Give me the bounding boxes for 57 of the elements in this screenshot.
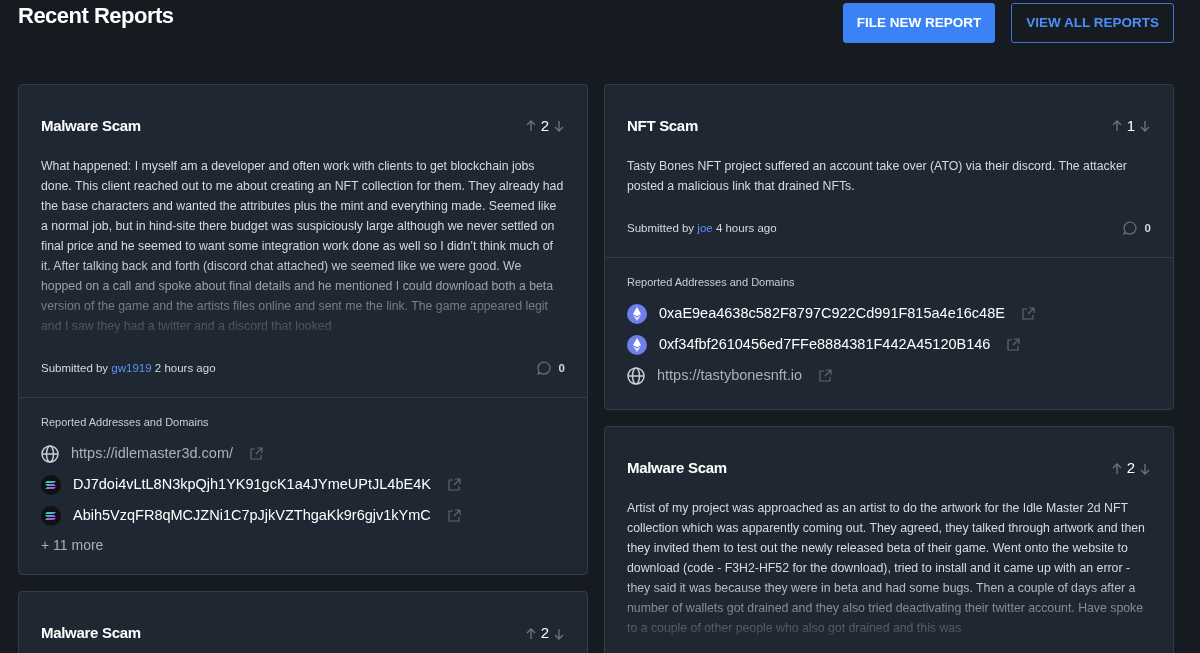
- arrow-up-icon: [1110, 120, 1123, 133]
- diamond-coin-icon: [627, 334, 647, 355]
- external-link-icon[interactable]: [1006, 337, 1021, 352]
- downvote-button[interactable]: [1139, 462, 1151, 475]
- external-link-icon[interactable]: [818, 368, 833, 383]
- external-link-icon[interactable]: [249, 446, 263, 461]
- upvote-button[interactable]: [1110, 120, 1123, 133]
- comment-count: 0: [1144, 220, 1151, 236]
- arrow-up-icon: [1110, 462, 1123, 475]
- vote-count: 1: [1126, 116, 1135, 136]
- external-link-icon[interactable]: [446, 508, 461, 523]
- arrow-down-icon: [553, 627, 565, 640]
- submitted-by-text: Submitted by joe 4 hours ago: [627, 220, 777, 236]
- arrow-down-icon: [1139, 120, 1151, 133]
- vote-count: 2: [540, 116, 549, 136]
- report-title: NFT Scam: [627, 116, 698, 136]
- upvote-button[interactable]: [524, 627, 537, 640]
- address-link[interactable]: 0xf34fbf2610456ed7FFe8884381F442A45120B146: [659, 333, 991, 356]
- comment-icon: [1122, 221, 1137, 236]
- vote-count: 2: [540, 623, 549, 644]
- report-title: Malware Scam: [627, 458, 727, 479]
- report-title: Malware Scam: [41, 623, 141, 644]
- section-heading: Reported Addresses and Domains: [627, 274, 796, 290]
- arrow-down-icon: [1139, 462, 1151, 475]
- author-link[interactable]: joe: [697, 221, 713, 234]
- external-link-icon[interactable]: [1020, 306, 1035, 321]
- coin-icon: [41, 474, 61, 495]
- globe-icon: [627, 366, 645, 385]
- address-link[interactable]: 0xaE9ea4638c582F8797C922Cd991F815a4e16c48E: [659, 302, 1005, 325]
- vote-count: 2: [1126, 458, 1135, 479]
- report-title: Malware Scam: [41, 116, 141, 136]
- arrow-up-icon: [524, 627, 537, 640]
- globe-icon: [41, 444, 59, 463]
- arrow-up-icon: [524, 120, 537, 133]
- upvote-button[interactable]: [524, 120, 537, 133]
- diamond-coin-icon: [627, 303, 647, 324]
- author-link[interactable]: gw1919: [111, 361, 152, 374]
- view-reports-button[interactable]: VIEW ALL REPORTS: [1011, 3, 1174, 44]
- upvote-button[interactable]: [1110, 462, 1123, 475]
- submitted-by-text: Submitted by gw1919 2 hours ago: [41, 360, 216, 376]
- domain-link[interactable]: https://idlemaster3d.com/: [71, 442, 233, 465]
- file-report-button[interactable]: FILE NEW REPORT: [842, 3, 996, 44]
- section-heading: Reported Addresses and Domains: [41, 414, 210, 430]
- page-title: Recent Reports: [18, 3, 174, 30]
- downvote-button[interactable]: [553, 627, 565, 640]
- address-link[interactable]: DJ7doi4vLtL8N3kpQjh1YK91gcK1a4JYmeUPtJL4bE4K: [73, 473, 431, 496]
- external-link-icon[interactable]: [446, 477, 461, 492]
- address-link[interactable]: Abih5VzqFR8qMCJZNi1C7pJjkVZThgaKk9r6gjv1kYmC: [73, 504, 431, 527]
- downvote-button[interactable]: [1139, 120, 1151, 133]
- coin-icon: [41, 505, 61, 526]
- domain-link[interactable]: https://tastybonesnft.io: [657, 364, 803, 387]
- arrow-down-icon: [553, 120, 565, 133]
- comment-count: 0: [558, 360, 565, 376]
- comment-icon: [536, 361, 551, 376]
- report-description: Tasty Bones NFT project suffered an account take over (ATO) via their discord. The attacker posted a malicious link that drained NFTs.: [627, 157, 1128, 195]
- downvote-button[interactable]: [553, 120, 565, 133]
- more-link[interactable]: + 11 more: [41, 535, 565, 557]
